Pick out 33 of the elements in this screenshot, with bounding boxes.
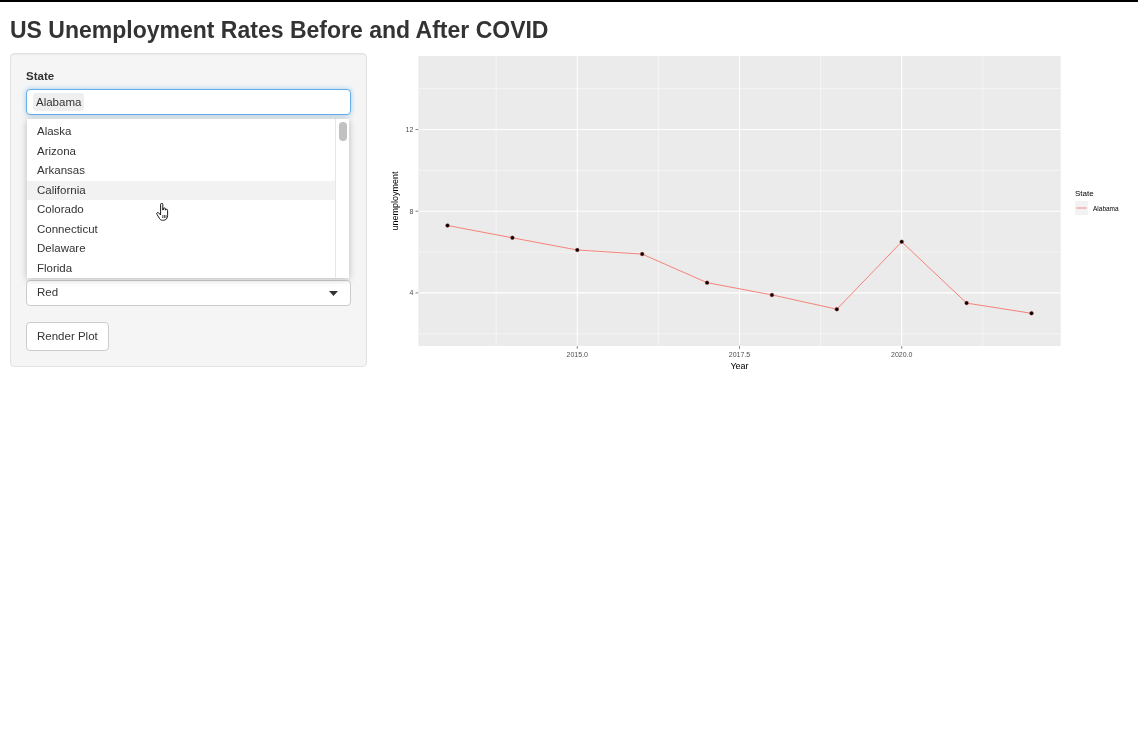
- render-plot-button[interactable]: Render Plot: [26, 322, 109, 351]
- data-point: [1029, 311, 1034, 316]
- selected-item: Alabama: [33, 93, 85, 111]
- dropdown-option[interactable]: Alaska: [27, 122, 335, 142]
- dropdown-option[interactable]: Florida: [27, 258, 335, 278]
- hand-cursor-icon: [156, 203, 170, 221]
- data-point: [769, 292, 775, 298]
- legend-key-icon: [1075, 201, 1088, 215]
- data-point: [834, 307, 840, 312]
- data-point: [964, 300, 969, 306]
- data-point: [639, 251, 645, 257]
- legend-title: State: [1075, 189, 1094, 198]
- data-point: [445, 223, 450, 228]
- dropdown-option[interactable]: Delaware: [27, 239, 335, 259]
- data-point: [704, 280, 710, 285]
- data-point: [899, 239, 904, 245]
- axis-title: unemployment: [390, 171, 400, 231]
- page-title: US Unemployment Rates Before and After COVID: [10, 18, 549, 43]
- dropdown-option[interactable]: Arkansas: [27, 161, 335, 181]
- caret-icon: [329, 290, 338, 296]
- field-label: State: [26, 69, 55, 83]
- data-point: [510, 235, 515, 240]
- dropdown-option[interactable]: California: [27, 180, 335, 200]
- scrollbar[interactable]: [335, 119, 349, 278]
- axis-title: Year: [730, 361, 749, 371]
- dropdown-option[interactable]: Connecticut: [27, 219, 335, 239]
- state-select-field[interactable]: Alabama: [26, 89, 351, 115]
- color-select-field[interactable]: Red: [26, 280, 351, 306]
- dropdown-option[interactable]: Colorado: [27, 200, 335, 220]
- data-point: [575, 247, 580, 253]
- select-value: Red: [37, 285, 59, 301]
- scrollbar-thumb[interactable]: [339, 122, 347, 141]
- dropdown-option[interactable]: Arizona: [27, 141, 335, 161]
